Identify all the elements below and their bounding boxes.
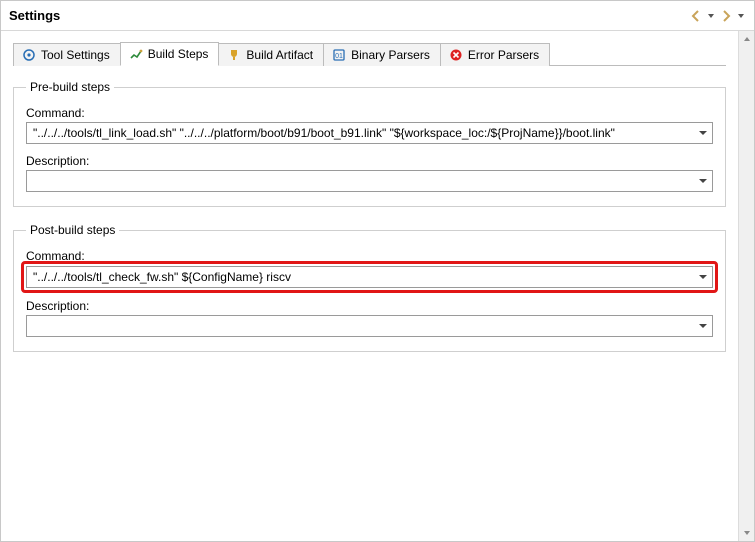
postbuild-legend: Post-build steps	[26, 223, 119, 237]
tab-label: Error Parsers	[468, 48, 539, 62]
tab-bar: Tool Settings Build Steps Build Artifact	[13, 41, 726, 66]
prebuild-description-combo[interactable]	[26, 170, 713, 192]
body: Tool Settings Build Steps Build Artifact	[1, 31, 754, 541]
prebuild-legend: Pre-build steps	[26, 80, 114, 94]
forward-menu-button[interactable]	[736, 7, 746, 25]
prebuild-command-label: Command:	[26, 106, 713, 120]
tab-label: Binary Parsers	[351, 48, 430, 62]
tab-tool-settings[interactable]: Tool Settings	[13, 43, 121, 66]
tab-label: Build Artifact	[246, 48, 313, 62]
forward-button[interactable]	[718, 7, 734, 25]
postbuild-command-combo[interactable]	[26, 266, 713, 288]
chevron-down-icon[interactable]	[694, 123, 712, 143]
postbuild-command-input[interactable]	[27, 267, 694, 287]
prebuild-command-combo[interactable]	[26, 122, 713, 144]
binary-icon: 01	[332, 48, 346, 62]
chevron-down-icon[interactable]	[694, 316, 712, 336]
prebuild-description-label: Description:	[26, 154, 713, 168]
back-menu-button[interactable]	[706, 7, 716, 25]
prebuild-group: Pre-build steps Command: Description:	[13, 80, 726, 207]
tab-binary-parsers[interactable]: 01 Binary Parsers	[323, 43, 441, 66]
postbuild-description-combo[interactable]	[26, 315, 713, 337]
svg-text:01: 01	[335, 53, 343, 60]
vertical-scrollbar[interactable]	[738, 31, 754, 541]
trophy-icon	[227, 48, 241, 62]
error-icon	[449, 48, 463, 62]
tab-label: Build Steps	[148, 47, 209, 61]
back-button[interactable]	[688, 7, 704, 25]
postbuild-highlight	[21, 261, 718, 293]
tab-build-artifact[interactable]: Build Artifact	[218, 43, 324, 66]
postbuild-description-input[interactable]	[27, 316, 694, 336]
tab-build-steps[interactable]: Build Steps	[120, 42, 220, 66]
postbuild-group: Post-build steps Command: Description:	[13, 223, 726, 352]
chevron-down-icon[interactable]	[694, 171, 712, 191]
steps-icon	[129, 47, 143, 61]
chevron-down-icon[interactable]	[694, 267, 712, 287]
scroll-track[interactable]	[739, 47, 754, 525]
gear-icon	[22, 48, 36, 62]
tab-label: Tool Settings	[41, 48, 110, 62]
nav-arrows	[688, 7, 746, 25]
prebuild-command-input[interactable]	[27, 123, 694, 143]
scroll-down-icon[interactable]	[739, 525, 754, 541]
page-title: Settings	[9, 8, 60, 23]
prebuild-description-input[interactable]	[27, 171, 694, 191]
scroll-up-icon[interactable]	[739, 31, 754, 47]
titlebar: Settings	[1, 1, 754, 31]
content-area: Tool Settings Build Steps Build Artifact	[1, 31, 738, 541]
settings-window: Settings Tool Settings	[0, 0, 755, 542]
postbuild-description-label: Description:	[26, 299, 713, 313]
tab-error-parsers[interactable]: Error Parsers	[440, 43, 550, 66]
